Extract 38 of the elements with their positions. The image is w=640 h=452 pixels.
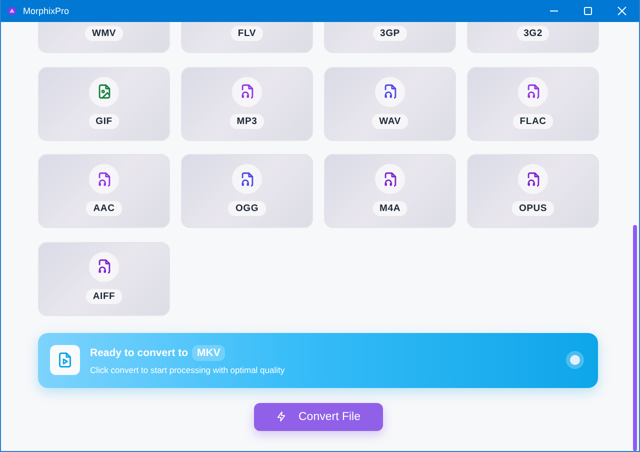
format-label: FLV	[230, 26, 264, 41]
format-label: OGG	[228, 201, 266, 216]
format-label: AAC	[86, 201, 122, 216]
window-title: MorphixPro	[23, 6, 70, 16]
format-card[interactable]: 3GP	[324, 22, 456, 53]
format-card[interactable]: 3G2	[467, 22, 599, 53]
format-label: OPUS	[512, 201, 554, 216]
format-card[interactable]: M4A	[324, 154, 456, 228]
format-label: 3G2	[516, 26, 550, 41]
close-icon	[617, 6, 627, 16]
lightning-icon	[276, 411, 286, 422]
format-card[interactable]: AIFF	[38, 242, 170, 316]
convert-button[interactable]: Convert File	[254, 402, 382, 430]
format-card[interactable]: OGG	[181, 154, 313, 228]
format-label: MP3	[230, 114, 264, 128]
format-label: FLAC	[512, 114, 554, 128]
scrollbar-thumb[interactable]	[633, 225, 637, 451]
format-badge: MKV	[192, 345, 226, 361]
format-label: 3GP	[373, 26, 407, 41]
format-card[interactable]: MP3	[181, 66, 313, 140]
format-label: M4A	[372, 201, 408, 216]
format-card[interactable]: FLAC	[467, 66, 599, 140]
maximize-icon	[583, 6, 593, 16]
format-card[interactable]: WMV	[38, 22, 170, 53]
banner-title: Ready to convert to	[90, 347, 188, 359]
status-indicator	[566, 351, 584, 369]
format-card[interactable]: AAC	[38, 154, 170, 228]
format-label: GIF	[88, 114, 120, 128]
app-logo-icon	[7, 6, 17, 16]
format-label: WMV	[84, 26, 124, 41]
format-label: AIFF	[86, 288, 122, 304]
format-label: WAV	[372, 114, 408, 128]
format-card[interactable]: WAV	[324, 66, 456, 140]
banner-subtitle: Click convert to start processing with optimal quality	[90, 365, 286, 375]
format-card[interactable]: OPUS	[467, 154, 599, 228]
format-card[interactable]: FLV	[181, 22, 313, 53]
video-file-icon	[56, 351, 74, 369]
format-card[interactable]: GIF	[38, 66, 170, 140]
